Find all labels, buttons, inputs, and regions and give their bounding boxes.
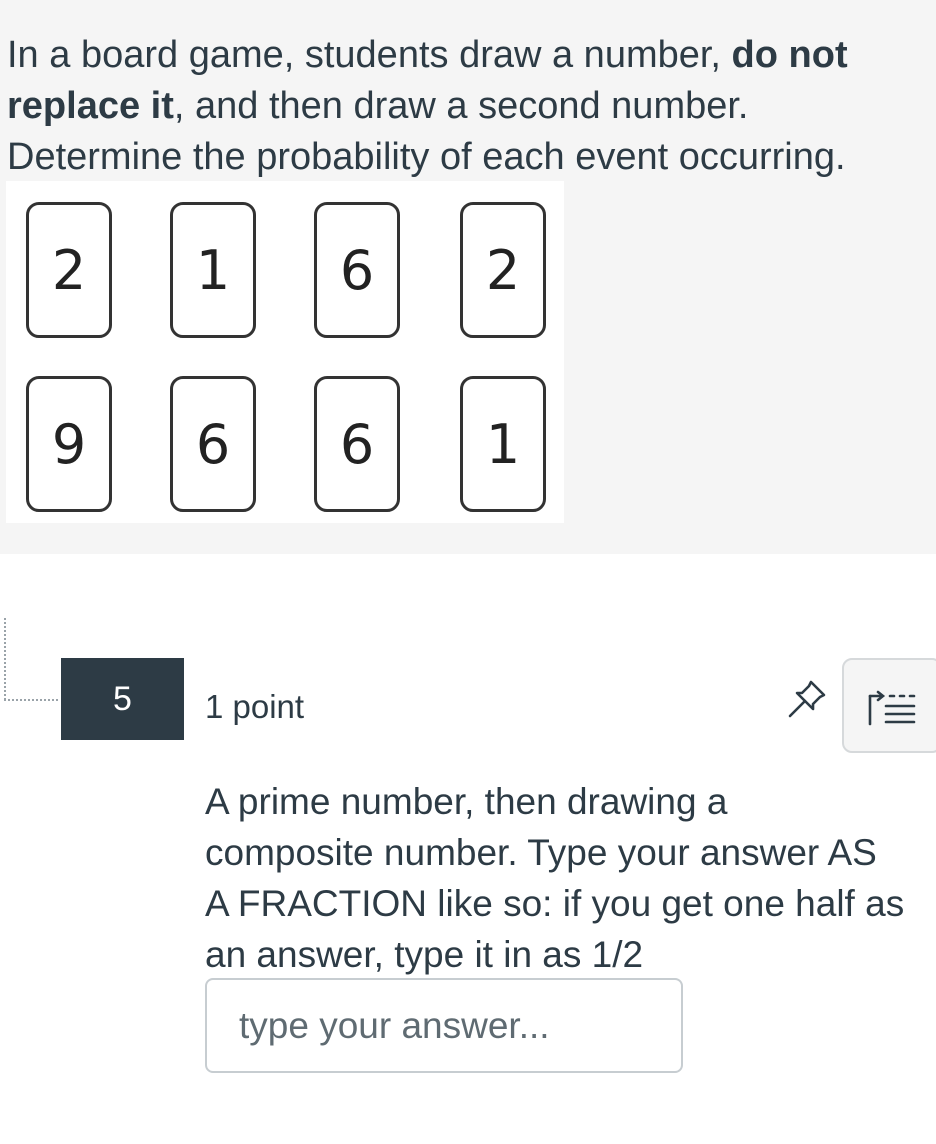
question-number-badge: 5 [61, 658, 184, 740]
question-list-icon [868, 690, 916, 726]
number-card: 2 [26, 202, 112, 338]
pin-icon[interactable] [784, 676, 830, 722]
number-card: 6 [314, 202, 400, 338]
number-card: 1 [170, 202, 256, 338]
number-card: 6 [314, 376, 400, 512]
connector-line [4, 618, 6, 700]
number-card: 2 [460, 202, 546, 338]
answer-input[interactable] [205, 978, 683, 1073]
number-card: 1 [460, 376, 546, 512]
number-cards-image: 2 1 6 2 9 6 6 1 [6, 181, 564, 523]
instructions-text: In a board game, students draw a number,… [7, 30, 927, 183]
question-points: 1 point [205, 688, 305, 725]
instructions-panel: In a board game, students draw a number,… [0, 0, 936, 554]
instructions-part-1: In a board game, students draw a number, [7, 34, 732, 76]
number-card: 9 [26, 376, 112, 512]
connector-line [4, 699, 58, 701]
question-text: A prime number, then drawing a composite… [205, 781, 905, 975]
question-list-button[interactable] [842, 658, 936, 753]
number-card: 6 [170, 376, 256, 512]
